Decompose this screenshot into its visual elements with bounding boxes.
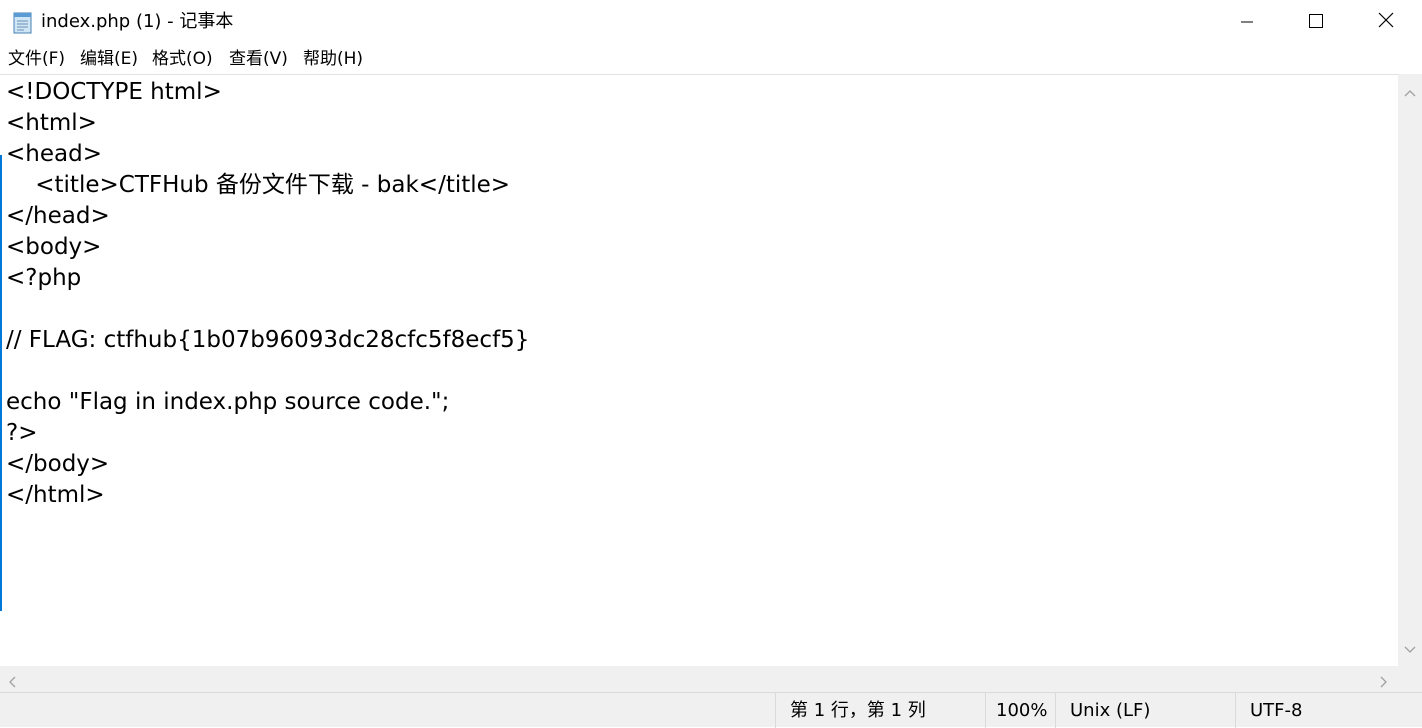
code-line: <?php bbox=[6, 265, 82, 291]
code-line: <head> bbox=[6, 141, 102, 167]
menu-file[interactable]: 文件(F) bbox=[8, 47, 65, 71]
code-line: </html> bbox=[6, 482, 105, 508]
minimize-button[interactable] bbox=[1212, 0, 1282, 44]
menu-bar: 文件(F) 编辑(E) 格式(O) 查看(V) 帮助(H) bbox=[0, 44, 1422, 74]
status-line-ending: Unix (LF) bbox=[1055, 693, 1235, 728]
code-line: <html> bbox=[6, 110, 97, 136]
menu-format[interactable]: 格式(O) bbox=[152, 47, 213, 71]
text-editor[interactable]: <!DOCTYPE html> <html> <head> <title>CTF… bbox=[0, 74, 1398, 666]
title-bar[interactable]: index.php (1) - 记事本 bbox=[0, 0, 1422, 44]
close-button[interactable] bbox=[1351, 0, 1421, 44]
menu-edit[interactable]: 编辑(E) bbox=[80, 47, 138, 71]
scrollbar-corner bbox=[1398, 666, 1422, 692]
code-line: </head> bbox=[6, 203, 110, 229]
status-zoom: 100% bbox=[985, 693, 1055, 728]
maximize-icon bbox=[1309, 13, 1323, 32]
menu-view[interactable]: 查看(V) bbox=[229, 47, 288, 71]
scroll-up-icon[interactable] bbox=[1404, 82, 1416, 101]
scroll-right-icon[interactable] bbox=[1380, 673, 1388, 692]
vertical-scrollbar[interactable] bbox=[1398, 74, 1422, 666]
status-bar: 第 1 行，第 1 列 100% Unix (LF) UTF-8 bbox=[0, 692, 1422, 728]
scroll-down-icon[interactable] bbox=[1404, 639, 1416, 658]
close-icon bbox=[1378, 12, 1394, 32]
maximize-button[interactable] bbox=[1281, 0, 1351, 44]
status-cursor-position: 第 1 行，第 1 列 bbox=[775, 693, 985, 728]
notepad-icon bbox=[12, 10, 34, 34]
code-line: // FLAG: ctfhub{1b07b96093dc28cfc5f8ecf5… bbox=[6, 327, 530, 353]
code-line: <title>CTFHub 备份文件下载 - bak</title> bbox=[6, 172, 511, 198]
code-line: ?> bbox=[6, 420, 38, 446]
code-line: <body> bbox=[6, 234, 102, 260]
code-line: <!DOCTYPE html> bbox=[6, 79, 222, 105]
minimize-icon bbox=[1241, 13, 1253, 32]
scroll-left-icon[interactable] bbox=[8, 673, 16, 692]
horizontal-scrollbar[interactable] bbox=[0, 666, 1398, 692]
status-encoding: UTF-8 bbox=[1235, 693, 1422, 728]
code-line: echo "Flag in index.php source code."; bbox=[6, 389, 450, 415]
text-caret bbox=[0, 155, 2, 611]
code-line: </body> bbox=[6, 451, 110, 477]
window-title: index.php (1) - 记事本 bbox=[41, 11, 234, 32]
menu-help[interactable]: 帮助(H) bbox=[303, 47, 363, 71]
